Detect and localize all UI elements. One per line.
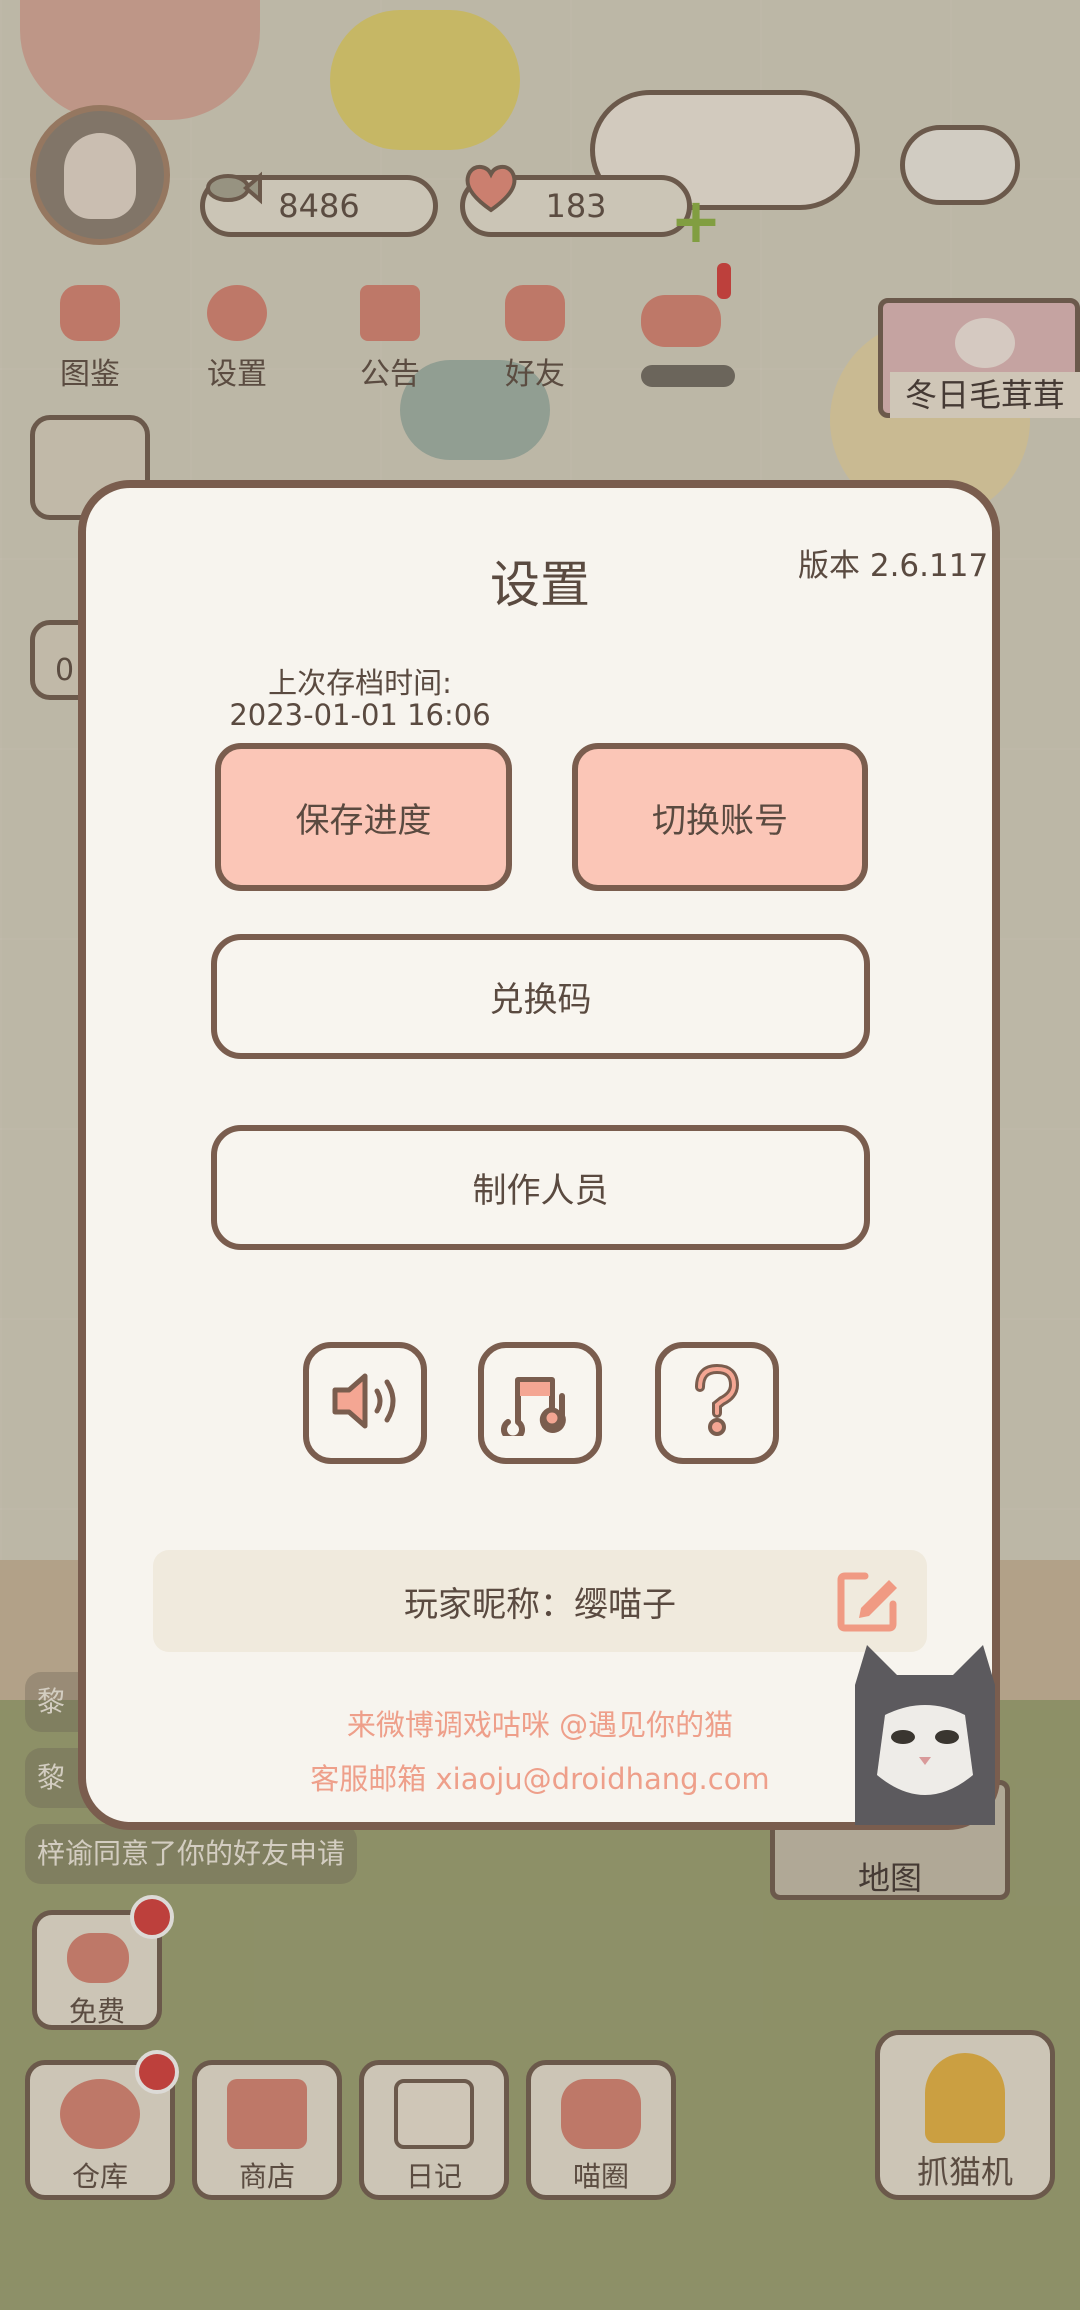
sound-icon [325,1366,405,1440]
music-toggle-button[interactable] [478,1342,602,1464]
music-icon [500,1366,580,1442]
credits-button[interactable]: 制作人员 [211,1125,870,1250]
sound-toggle-button[interactable] [303,1342,427,1464]
nickname-field: 玩家昵称：缨喵子 [153,1550,927,1652]
cat-photo [845,1625,1005,1825]
nickname-text: 玩家昵称：缨喵子 [404,1584,676,1625]
last-save-time: 2023-01-01 16:06 [229,698,491,732]
last-save-label: 上次存档时间: [268,666,452,700]
switch-account-button[interactable]: 切换账号 [572,743,868,891]
help-icon [682,1361,752,1445]
version-label: 版本 2.6.117 [798,548,989,584]
save-progress-button[interactable]: 保存进度 [215,743,512,891]
help-button[interactable] [655,1342,779,1464]
redeem-code-button[interactable]: 兑换码 [211,934,870,1059]
